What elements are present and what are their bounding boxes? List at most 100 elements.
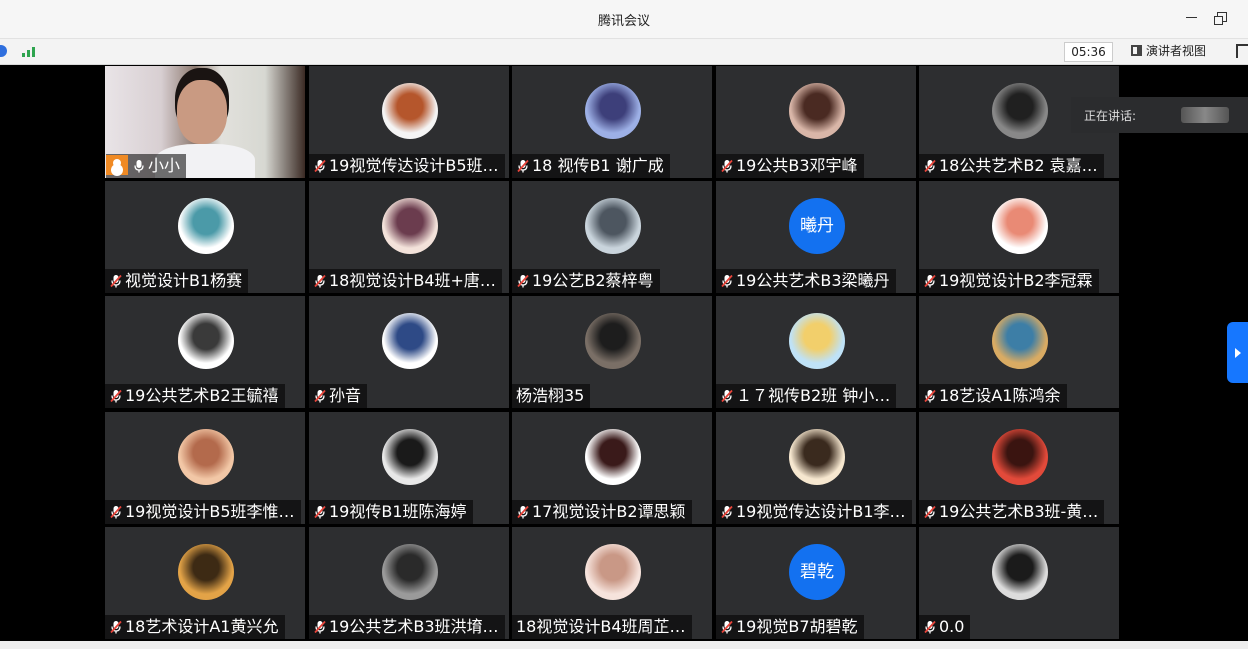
- avatar: [992, 83, 1048, 139]
- avatar: [585, 429, 641, 485]
- avatar: [789, 429, 845, 485]
- participant-name: 0.0: [939, 617, 965, 636]
- mic-muted-icon: [313, 502, 327, 519]
- mic-muted-icon: [313, 271, 327, 288]
- participant-tile[interactable]: 19视传B1班陈海婷: [309, 412, 509, 524]
- self-user-icon: [106, 155, 128, 175]
- participant-tile[interactable]: 19公共艺术B3班-黄…: [919, 412, 1119, 524]
- participant-tile[interactable]: 孙音: [309, 296, 509, 408]
- participant-name: 17视觉设计B2谭思颖: [532, 502, 686, 521]
- meeting-timer: 05:36: [1064, 42, 1113, 62]
- participant-name: 18视觉设计B4班周芷…: [516, 617, 686, 636]
- avatar: [585, 544, 641, 600]
- participant-tile[interactable]: 17视觉设计B2谭思颖: [512, 412, 712, 524]
- participant-tile[interactable]: 19视觉设计B5班李惟…: [105, 412, 305, 524]
- avatar: [992, 313, 1048, 369]
- participant-face: [177, 80, 227, 144]
- participant-nametag: 杨浩栩35: [512, 384, 591, 408]
- participant-name: 18艺术设计A1黄兴允: [125, 617, 279, 636]
- participant-tile[interactable]: 19公艺B2蔡梓粤: [512, 181, 712, 293]
- participant-nametag: 19公共艺术B3梁曦丹: [716, 269, 896, 293]
- participant-nametag: 18公共艺术B2 袁嘉…: [919, 154, 1104, 178]
- network-signal-icon[interactable]: [22, 45, 40, 57]
- participant-tile[interactable]: 小小: [105, 66, 305, 178]
- participant-nametag: 19视传B1班陈海婷: [309, 500, 473, 524]
- mic-muted-icon: [923, 386, 937, 403]
- bottom-strip: [0, 641, 1248, 649]
- participant-tile[interactable]: 19公共B3邓宇峰: [716, 66, 916, 178]
- mic-muted-icon: [923, 502, 937, 519]
- participant-name: 18视觉设计B4班+唐…: [329, 271, 496, 290]
- mic-muted-icon: [720, 386, 734, 403]
- participant-name: 杨浩栩35: [516, 386, 585, 405]
- participant-tile[interactable]: 曦丹 19公共艺术B3梁曦丹: [716, 181, 916, 293]
- participant-name: 小小: [148, 156, 181, 175]
- avatar: [382, 83, 438, 139]
- participant-tile[interactable]: １７视传B2班 钟小…: [716, 296, 916, 408]
- participant-name: 19视传B1班陈海婷: [329, 502, 467, 521]
- mic-muted-icon: [109, 271, 123, 288]
- mic-muted-icon: [923, 617, 937, 634]
- avatar: [992, 544, 1048, 600]
- speaking-indicator: 正在讲话:: [1071, 97, 1248, 133]
- participant-tile[interactable]: 18视觉设计B4班周芷…: [512, 527, 712, 639]
- speaking-name-blurred: [1181, 107, 1229, 123]
- participant-nametag: 18艺术设计A1黄兴允: [105, 615, 285, 639]
- mic-icon: [132, 156, 146, 173]
- participant-nametag: 18 视传B1 谢广成: [512, 154, 670, 178]
- security-shield-icon[interactable]: [0, 45, 7, 57]
- participant-tile[interactable]: 18艺术设计A1黄兴允: [105, 527, 305, 639]
- participant-nametag: 19公共艺术B3班-黄…: [919, 500, 1105, 524]
- mic-muted-icon: [923, 156, 937, 173]
- participant-nametag: 19视觉传达设计B1李…: [716, 500, 912, 524]
- participant-tile[interactable]: 18 视传B1 谢广成: [512, 66, 712, 178]
- participant-nametag: 视觉设计B1杨赛: [105, 269, 249, 293]
- fullscreen-icon[interactable]: [1236, 44, 1248, 58]
- participant-nametag: １７视传B2班 钟小…: [716, 384, 897, 408]
- avatar: [585, 83, 641, 139]
- participant-nametag: 小小: [106, 154, 187, 178]
- avatar: [585, 198, 641, 254]
- mic-muted-icon: [109, 386, 123, 403]
- participant-nametag: 0.0: [919, 615, 971, 639]
- participant-nametag: 19视觉B7胡碧乾: [716, 615, 864, 639]
- mic-muted-icon: [923, 271, 937, 288]
- title-bar: 腾讯会议: [0, 0, 1248, 39]
- participant-tile[interactable]: 杨浩栩35: [512, 296, 712, 408]
- participant-name: 视觉设计B1杨赛: [125, 271, 243, 290]
- avatar: [178, 313, 234, 369]
- participant-name: 18 视传B1 谢广成: [532, 156, 664, 175]
- participant-nametag: 19公共B3邓宇峰: [716, 154, 864, 178]
- participant-tile[interactable]: 视觉设计B1杨赛: [105, 181, 305, 293]
- avatar: [178, 429, 234, 485]
- participant-tile[interactable]: 19视觉传达设计B1李…: [716, 412, 916, 524]
- mic-muted-icon: [109, 617, 123, 634]
- minimize-icon[interactable]: [1186, 17, 1197, 18]
- participant-tile[interactable]: 19公共艺术B3班洪堉…: [309, 527, 509, 639]
- participant-tile[interactable]: 18艺设A1陈鸿余: [919, 296, 1119, 408]
- participant-tile[interactable]: 19视觉设计B2李冠霖: [919, 181, 1119, 293]
- participant-tile[interactable]: 碧乾 19视觉B7胡碧乾: [716, 527, 916, 639]
- mic-muted-icon: [313, 386, 327, 403]
- avatar: [382, 313, 438, 369]
- expand-panel-button[interactable]: [1227, 322, 1248, 383]
- avatar: [382, 544, 438, 600]
- participant-name: １７视传B2班 钟小…: [736, 386, 891, 405]
- participant-tile[interactable]: 18视觉设计B4班+唐…: [309, 181, 509, 293]
- participant-name: 孙音: [329, 386, 362, 405]
- presenter-view-button[interactable]: 演讲者视图: [1131, 42, 1206, 61]
- participant-nametag: 19公共艺术B3班洪堉…: [309, 615, 505, 639]
- avatar: [178, 198, 234, 254]
- restore-icon[interactable]: [1214, 12, 1227, 25]
- participant-name: 19公共艺术B3梁曦丹: [736, 271, 890, 290]
- mic-muted-icon: [516, 271, 530, 288]
- avatar: [992, 429, 1048, 485]
- participant-tile[interactable]: 19公共艺术B2王毓禧: [105, 296, 305, 408]
- participant-name: 19公共艺术B2王毓禧: [125, 386, 279, 405]
- mic-muted-icon: [720, 271, 734, 288]
- participant-tile[interactable]: 19视觉传达设计B5班…: [309, 66, 509, 178]
- avatar: [382, 198, 438, 254]
- participant-grid: 小小 19视觉传达设计B5班… 18 视传B1 谢广成 19公共B3邓宇峰 18公共艺术…: [105, 66, 1119, 641]
- participant-tile[interactable]: 0.0: [919, 527, 1119, 639]
- participant-name: 18艺设A1陈鸿余: [939, 386, 1061, 405]
